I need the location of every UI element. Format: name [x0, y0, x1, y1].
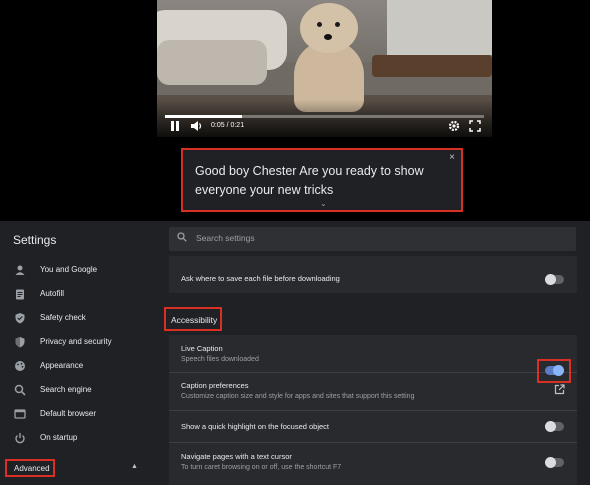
toggle-caret-browsing[interactable]: [545, 457, 564, 468]
volume-icon[interactable]: [190, 120, 203, 136]
section-accessibility-header: Accessibility: [164, 307, 222, 331]
sidebar-item-advanced[interactable]: Advanced: [5, 459, 55, 477]
sidebar-item-on-startup[interactable]: On startup: [0, 428, 160, 452]
toggle-download-location[interactable]: [545, 274, 564, 285]
accessibility-card: Live Caption Speech files downloaded Cap…: [169, 335, 577, 485]
sidebar-item-autofill[interactable]: Autofill: [0, 284, 160, 308]
setting-subtitle: Customize caption size and style for app…: [181, 393, 415, 400]
sidebar-item-label: Safety check: [40, 313, 86, 322]
sidebar-item-label: Search engine: [40, 385, 92, 394]
gear-icon[interactable]: [448, 120, 460, 136]
chevron-up-icon[interactable]: ▲: [131, 463, 138, 470]
clipboard-icon: [14, 288, 26, 300]
sidebar-item-label: Autofill: [40, 289, 65, 298]
dog-eye: [317, 22, 322, 27]
pause-icon[interactable]: [169, 120, 181, 136]
search-icon: [14, 384, 26, 396]
video-scene-table: [372, 55, 492, 77]
setting-title: Caption preferences: [181, 381, 249, 390]
sidebar-item-privacy-and-security[interactable]: Privacy and security: [0, 332, 160, 356]
video-scene-sofa-seat: [157, 40, 267, 85]
sidebar-item-label: Default browser: [40, 409, 97, 418]
caption-text: Good boy Chester Are you ready to show e…: [195, 164, 424, 197]
downloads-card: Ask where to save each file before downl…: [169, 256, 577, 293]
dog-head: [300, 3, 358, 53]
setting-row-caption-preferences[interactable]: Caption preferences Customize caption si…: [169, 372, 577, 411]
setting-title: Navigate pages with a text cursor: [181, 452, 292, 461]
setting-row-live-caption[interactable]: Live Caption Speech files downloaded: [169, 335, 577, 373]
setting-row-download-location[interactable]: Ask where to save each file before downl…: [169, 256, 577, 293]
video-scene-window: [387, 0, 492, 55]
toggle-knob: [545, 274, 556, 285]
setting-row-caret-browsing[interactable]: Navigate pages with a text cursor To tur…: [169, 442, 577, 485]
sidebar-item-default-browser[interactable]: Default browser: [0, 404, 160, 428]
sidebar: You and Google Autofill Safety check Pri…: [0, 256, 160, 485]
search-input[interactable]: Search settings: [169, 227, 576, 251]
palette-icon: [14, 360, 26, 372]
sidebar-item-search-engine[interactable]: Search engine: [0, 380, 160, 404]
setting-subtitle: Speech files downloaded: [181, 356, 259, 363]
external-link-icon[interactable]: [554, 384, 565, 398]
toggle-knob: [545, 457, 556, 468]
dog-eye: [335, 22, 340, 27]
toggle-live-caption[interactable]: [545, 365, 564, 376]
setting-title: Live Caption: [181, 344, 223, 353]
live-caption-bubble[interactable]: Good boy Chester Are you ready to show e…: [181, 148, 463, 212]
video-time: 0:05 / 0:21: [211, 122, 245, 129]
live-caption-toggle-highlight: [537, 359, 571, 383]
shield-check-icon: [14, 312, 26, 324]
search-icon: [177, 232, 187, 245]
sidebar-item-label: Privacy and security: [40, 337, 112, 346]
toggle-focus-highlight[interactable]: [545, 421, 564, 432]
sidebar-item-label: Appearance: [40, 361, 84, 370]
fullscreen-icon[interactable]: [469, 120, 481, 136]
sidebar-item-safety-check[interactable]: Safety check: [0, 308, 160, 332]
dog-nose: [324, 34, 332, 40]
close-icon[interactable]: ×: [449, 152, 455, 163]
sidebar-item-label: Advanced: [14, 464, 50, 473]
setting-title: Ask where to save each file before downl…: [181, 274, 340, 283]
settings-header: Settings Search settings: [0, 221, 590, 256]
person-icon: [14, 264, 26, 276]
shield-icon: [14, 336, 26, 348]
search-placeholder: Search settings: [196, 233, 255, 243]
browser-icon: [14, 408, 26, 420]
toggle-knob: [553, 365, 564, 376]
settings-main: Ask where to save each file before downl…: [164, 256, 577, 485]
sidebar-item-you-and-google[interactable]: You and Google: [0, 260, 160, 284]
power-icon: [14, 432, 26, 444]
sidebar-item-appearance[interactable]: Appearance: [0, 356, 160, 380]
setting-row-focus-highlight[interactable]: Show a quick highlight on the focused ob…: [169, 410, 577, 443]
video-player[interactable]: 0:05 / 0:21: [157, 0, 492, 137]
video-controls: 0:05 / 0:21: [157, 118, 492, 137]
sidebar-item-label: On startup: [40, 433, 78, 442]
section-title: Accessibility: [171, 315, 218, 325]
settings-window: Settings Search settings You and Google …: [0, 221, 590, 485]
page-title: Settings: [13, 233, 57, 247]
sidebar-item-label: You and Google: [40, 265, 98, 274]
chevron-down-icon[interactable]: ⌄: [320, 199, 327, 208]
setting-subtitle: To turn caret browsing on or off, use th…: [181, 464, 342, 471]
toggle-knob: [545, 421, 556, 432]
setting-title: Show a quick highlight on the focused ob…: [181, 422, 330, 431]
